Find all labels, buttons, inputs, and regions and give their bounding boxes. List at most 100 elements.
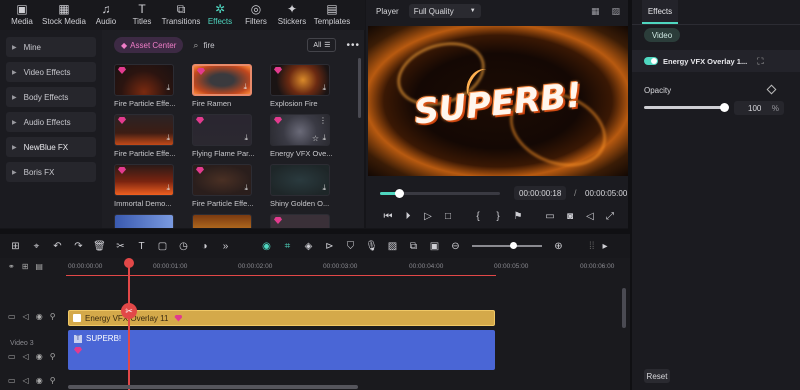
expand-more-icon[interactable]: » — [215, 241, 236, 252]
duplicate-icon[interactable]: ⧉ — [403, 241, 424, 252]
download-icon[interactable]: ⤓ — [322, 83, 326, 93]
more-icon[interactable]: ▸ — [595, 241, 616, 252]
video-button[interactable]: Video — [644, 28, 680, 42]
track-settings-icon[interactable]: ▤ — [35, 262, 43, 271]
toolbar-stock-media[interactable]: ▦ Stock Media — [40, 0, 88, 27]
speed-icon[interactable]: ◷ — [173, 241, 194, 252]
asset-center-button[interactable]: ◆ Asset Center — [114, 37, 184, 53]
grid-view-icon[interactable]: ▦ — [591, 6, 600, 17]
play-icon[interactable]: ▷ — [418, 211, 438, 222]
effect-card[interactable]: ⤓ Explosion Fire — [270, 64, 336, 108]
search-input[interactable]: ⌕ fire — [193, 40, 305, 51]
zoom-slider-knob[interactable] — [510, 242, 517, 249]
image-icon[interactable]: ▨ — [382, 241, 403, 252]
timeline-vertical-scrollbar[interactable] — [622, 288, 626, 328]
effect-card[interactable]: ⤓ Fire Particle Effe... — [114, 64, 180, 108]
eye-icon[interactable]: ◉ — [36, 312, 43, 321]
effect-card[interactable]: ⤓ Immortal Demo... — [114, 164, 180, 208]
eye-icon[interactable]: ◉ — [36, 352, 43, 361]
snapshot-icon[interactable]: ▨ — [611, 6, 620, 17]
lock-icon[interactable]: ⚲ — [50, 352, 56, 361]
keyframe-diamond-icon[interactable] — [766, 84, 777, 95]
undo-icon[interactable]: ↶ — [47, 241, 68, 252]
pip-icon[interactable]: ▣ — [424, 241, 445, 252]
volume-icon[interactable]: ◁ — [580, 211, 600, 222]
folder-icon[interactable]: ▭ — [8, 352, 16, 361]
title-clip[interactable]: T SUPERB! — [68, 330, 495, 370]
marker-icon[interactable]: ◈ — [298, 241, 319, 252]
effects-scrollbar[interactable] — [358, 58, 361, 118]
category-newblue-fx[interactable]: ▶ NewBlue FX — [6, 137, 96, 157]
timeline-ruler[interactable]: 00:00:00:00 00:00:01:00 00:00:02:00 00:0… — [66, 258, 630, 276]
folder-icon[interactable]: ▭ — [8, 312, 16, 321]
effect-card[interactable] — [270, 214, 336, 228]
split-icon[interactable]: ✂ — [110, 241, 131, 252]
video-preview[interactable]: SUPERB! — [368, 26, 628, 176]
effect-card[interactable]: ⤓ Fire Ramen — [192, 64, 258, 108]
step-back-icon[interactable]: ⏮ — [378, 211, 398, 222]
quality-dropdown[interactable]: Full Quality ▼ — [408, 4, 481, 18]
tab-effects[interactable]: Effects — [642, 0, 678, 24]
effect-card[interactable]: ⤓ Fire Particle Effe... — [114, 114, 180, 158]
progress-knob[interactable] — [395, 189, 405, 198]
select-icon[interactable]: ⌖ — [26, 241, 47, 252]
lock-icon[interactable]: ⚲ — [50, 312, 56, 321]
render-icon[interactable]: ⊳ — [319, 241, 340, 252]
monitor-icon[interactable]: ▭ — [540, 211, 560, 222]
link-icon[interactable]: ⚭ — [8, 262, 15, 271]
audio-toggle-icon[interactable]: ◁ — [23, 312, 29, 321]
adjust-icon[interactable]: ⛶ — [757, 56, 763, 67]
category-mine[interactable]: ▶ Mine — [6, 37, 96, 57]
text-icon[interactable]: T — [131, 241, 152, 252]
playhead[interactable] — [128, 262, 130, 390]
play-frame-icon[interactable]: ⏵ — [398, 211, 418, 222]
reset-button[interactable]: Reset — [644, 369, 670, 383]
filter-dropdown[interactable]: All ☰ — [307, 38, 337, 52]
toolbar-filters[interactable]: ◎ Filters — [238, 0, 274, 27]
category-audio-effects[interactable]: ▶ Audio Effects — [6, 112, 96, 132]
playback-progress-bar[interactable] — [380, 189, 500, 198]
audio-toggle-icon[interactable]: ◁ — [23, 352, 29, 361]
effect-card[interactable] — [114, 214, 180, 228]
category-video-effects[interactable]: ▶ Video Effects — [6, 62, 96, 82]
effect-card[interactable]: ⤓ Flying Flame Par... — [192, 114, 258, 158]
download-icon[interactable]: ⤓ — [166, 183, 170, 193]
timeline-horizontal-scrollbar[interactable] — [68, 385, 358, 389]
zoom-slider[interactable] — [472, 242, 542, 249]
download-icon[interactable]: ⤓ — [322, 183, 326, 193]
opacity-slider[interactable] — [644, 103, 729, 112]
fullscreen-icon[interactable]: ⤢ — [600, 211, 620, 222]
delete-icon[interactable]: 🗑 — [89, 241, 110, 252]
download-icon[interactable]: ⤓ — [244, 183, 248, 193]
current-time[interactable]: 00:00:00:18 — [514, 186, 567, 200]
mark-out-icon[interactable]: } — [488, 211, 508, 222]
snap-icon[interactable]: ⌗ — [277, 241, 298, 252]
eye-icon[interactable]: ◉ — [36, 376, 43, 385]
crop-icon[interactable]: ▢ — [152, 241, 173, 252]
download-icon[interactable]: ⤓ — [322, 133, 326, 143]
toolbar-stickers[interactable]: ✦ Stickers — [274, 0, 310, 27]
download-icon[interactable]: ⤓ — [243, 82, 247, 92]
download-icon[interactable]: ⤓ — [166, 83, 170, 93]
effect-card[interactable] — [192, 214, 258, 228]
toolbar-transitions[interactable]: ⧉ Transitions — [160, 0, 202, 27]
stop-icon[interactable]: □ — [438, 211, 458, 222]
favorite-star-icon[interactable]: ☆ — [312, 134, 319, 143]
zoom-out-icon[interactable]: ⊖ — [445, 241, 466, 252]
toolbar-audio[interactable]: ♫ Audio — [88, 0, 124, 27]
toolbar-titles[interactable]: T Titles — [124, 0, 160, 27]
color-icon[interactable]: ◑ — [194, 241, 215, 252]
zoom-in-icon[interactable]: ⊕ — [548, 241, 569, 252]
effect-toggle[interactable] — [644, 57, 658, 65]
more-options-icon[interactable]: ••• — [346, 40, 360, 51]
add-track-icon[interactable]: ⊞ — [22, 262, 29, 271]
redo-icon[interactable]: ↷ — [68, 241, 89, 252]
toolbar-effects[interactable]: ✲ Effects — [202, 0, 238, 27]
mark-in-icon[interactable]: { — [468, 211, 488, 222]
download-icon[interactable]: ⤓ — [244, 133, 248, 143]
effect-card[interactable]: ⤓ Fire Particle Effe... — [192, 164, 258, 208]
opacity-input[interactable]: 100% — [734, 101, 784, 115]
opacity-slider-knob[interactable] — [720, 103, 729, 112]
category-body-effects[interactable]: ▶ Body Effects — [6, 87, 96, 107]
download-icon[interactable]: ⤓ — [166, 133, 170, 143]
